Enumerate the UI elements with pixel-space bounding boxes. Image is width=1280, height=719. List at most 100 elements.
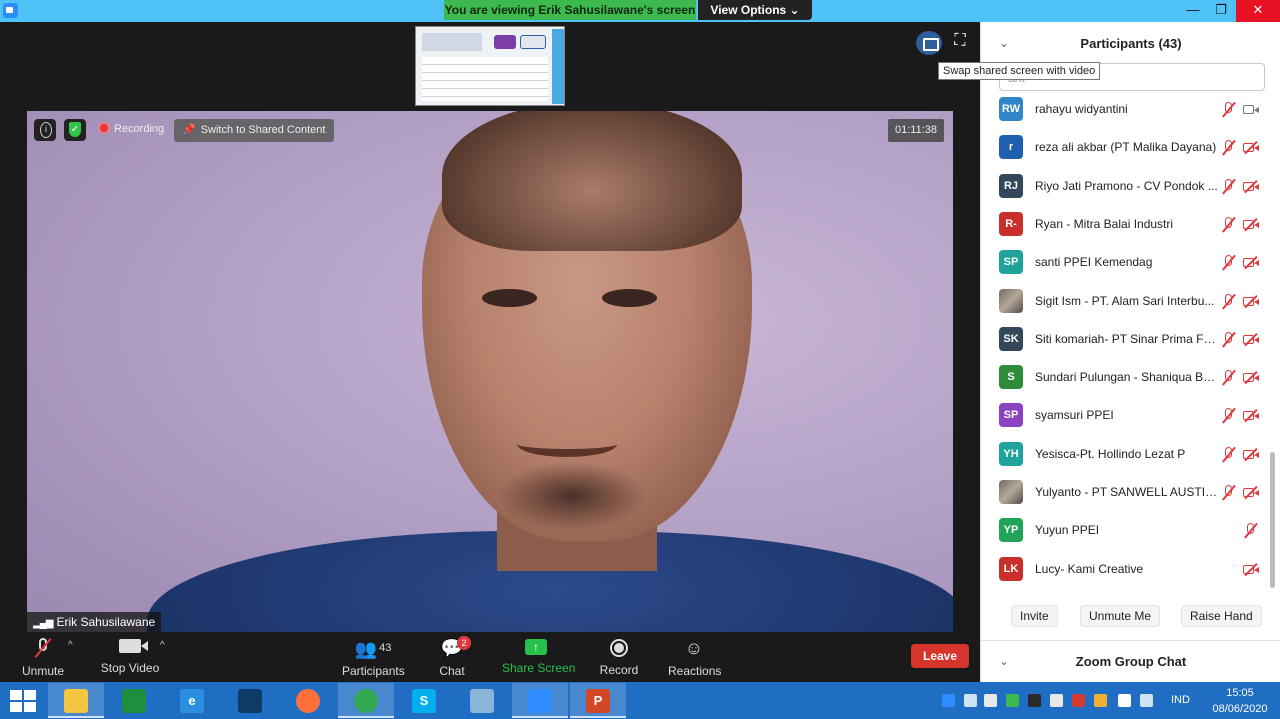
shared-screen-thumbnail[interactable]: [415, 26, 565, 106]
video-off-icon: [1243, 179, 1260, 193]
stop-video-button[interactable]: Stop Video: [100, 636, 160, 675]
video-options-caret-icon[interactable]: ^: [160, 640, 165, 651]
leave-button[interactable]: Leave: [911, 644, 969, 668]
participant-row[interactable]: SP syamsuri PPEI: [981, 397, 1266, 435]
signal-strength-icon: ▂▄▆: [33, 618, 53, 629]
close-button[interactable]: ✕: [1236, 0, 1280, 22]
participant-row[interactable]: SK Siti komariah- PT Sinar Prima Fo...: [981, 321, 1266, 359]
participant-row[interactable]: YP Yuyun PPEI: [981, 512, 1266, 550]
taskbar-zoom[interactable]: [512, 683, 568, 718]
zoom-logo-icon: [3, 3, 18, 18]
fullscreen-icon[interactable]: ⛶: [952, 33, 968, 49]
update-icon[interactable]: [1094, 694, 1107, 707]
share-screen-button[interactable]: ↑ Share Screen: [502, 636, 575, 675]
taskbar-store[interactable]: [106, 683, 162, 718]
participants-label: Participants: [342, 664, 405, 678]
file-explorer-icon: [64, 689, 88, 713]
speaker-beard: [497, 461, 647, 531]
participant-row[interactable]: LK Lucy- Kami Creative: [981, 551, 1266, 589]
network-icon[interactable]: [984, 694, 997, 707]
taskbar-internet-explorer[interactable]: e: [164, 683, 220, 718]
recording-label: Recording: [114, 123, 165, 135]
participant-row[interactable]: Yulyanto - PT SANWELL AUSTIN...: [981, 474, 1266, 512]
taskbar-skype[interactable]: S: [396, 683, 452, 718]
participant-list-scrollbar[interactable]: [1270, 452, 1275, 588]
windows-start-icon[interactable]: [10, 690, 36, 712]
switch-shared-content-button[interactable]: 📌 Switch to Shared Content: [174, 119, 335, 142]
volume-icon[interactable]: [964, 694, 977, 707]
clock-time[interactable]: 15:05: [1210, 687, 1270, 699]
mic-muted-icon: [1221, 101, 1237, 119]
reactions-button[interactable]: ☺ Reactions: [668, 636, 721, 678]
participants-count: 43: [379, 642, 392, 654]
participant-avatar: SK: [999, 326, 1023, 351]
minimize-button[interactable]: —: [1178, 0, 1208, 22]
participant-row[interactable]: S Sundari Pulungan - Shaniqua Ba...: [981, 359, 1266, 397]
video-off-icon: [1243, 141, 1260, 155]
raise-hand-button[interactable]: Raise Hand: [1181, 605, 1262, 627]
participant-name: Ryan - Mitra Balai Industri: [1035, 216, 1174, 231]
audio-options-caret-icon[interactable]: ^: [68, 640, 73, 651]
pin-icon: 📌: [182, 124, 196, 136]
unmute-button[interactable]: Unmute: [20, 636, 66, 678]
wifi-icon[interactable]: [1140, 694, 1153, 707]
encryption-shield-icon[interactable]: [64, 119, 86, 141]
taskbar-chrome[interactable]: [338, 683, 394, 718]
participant-row[interactable]: YH Yesisca-Pt. Hollindo Lezat P: [981, 436, 1266, 474]
display-icon[interactable]: [1050, 694, 1063, 707]
taskbar-file-explorer[interactable]: [48, 683, 104, 718]
participant-row[interactable]: R- Ryan - Mitra Balai Industri: [981, 206, 1266, 244]
mic-muted-icon: [1221, 216, 1237, 234]
security-tray-icon[interactable]: [1006, 694, 1019, 707]
group-chat-title[interactable]: Zoom Group Chat: [981, 654, 1280, 669]
speaker-eye-right: [602, 289, 657, 307]
view-options-button[interactable]: View Options ⌄: [698, 0, 812, 20]
participants-button[interactable]: 👥 43 Participants: [342, 636, 405, 678]
chat-button[interactable]: 💬 2 Chat: [432, 636, 472, 678]
meeting-area: ⛶ Swap shared screen with video Recordin…: [0, 22, 1101, 632]
notes-icon: [470, 689, 494, 713]
participant-row[interactable]: r reza ali akbar (PT Malika Dayana): [981, 129, 1266, 167]
powerpoint-icon: P: [586, 689, 610, 713]
participant-name: Yulyanto - PT SANWELL AUSTIN...: [1035, 485, 1219, 499]
participant-row[interactable]: Sigit Ism - PT. Alam Sari Interbu...: [981, 283, 1266, 321]
clock-date[interactable]: 08/06/2020: [1205, 703, 1275, 715]
taskbar-app-window[interactable]: [222, 683, 278, 718]
unmute-me-button[interactable]: Unmute Me: [1080, 605, 1161, 627]
battery-icon[interactable]: [1118, 694, 1131, 707]
record-button[interactable]: Record: [598, 636, 640, 677]
reactions-smiley-icon: ☺: [684, 638, 704, 658]
app-window-icon: [238, 689, 262, 713]
nvidia-icon[interactable]: [1028, 694, 1041, 707]
participant-avatar: YP: [999, 518, 1023, 543]
video-off-icon: [1243, 485, 1260, 500]
participant-name: rahayu widyantini: [1035, 102, 1128, 116]
zoom-icon: [528, 689, 552, 713]
swap-screen-icon[interactable]: [916, 31, 942, 55]
maximize-button[interactable]: ❐: [1206, 0, 1236, 22]
switch-shared-label: Switch to Shared Content: [200, 124, 326, 136]
speaker-video[interactable]: Recording 📌 Switch to Shared Content 01:1…: [27, 111, 953, 632]
zoom-tray-icon[interactable]: [942, 694, 955, 707]
taskbar-firefox[interactable]: [280, 683, 336, 718]
participants-title: Participants (43): [1080, 36, 1182, 51]
chat-label: Chat: [439, 664, 465, 678]
input-language[interactable]: IND: [1171, 694, 1190, 706]
mic-muted-icon: [1243, 522, 1259, 540]
participant-name: Lucy- Kami Creative: [1035, 561, 1144, 576]
taskbar-notes[interactable]: [454, 683, 510, 718]
participants-header: ⌄ Participants (43): [981, 22, 1280, 64]
window-controls: — ❐ ✕: [980, 0, 1280, 22]
taskbar-powerpoint[interactable]: P: [570, 683, 626, 718]
participants-icon-wrap: 👥 43: [342, 636, 404, 660]
participant-row[interactable]: RJ Riyo Jati Pramono - CV Pondok ...: [981, 168, 1266, 206]
antivirus-icon[interactable]: [1072, 694, 1085, 707]
mic-muted-icon: [1221, 254, 1237, 272]
meeting-info-icon[interactable]: [34, 119, 56, 141]
participant-row[interactable]: SP santi PPEI Kemendag: [981, 244, 1266, 282]
mic-muted-icon: [1221, 293, 1237, 311]
participant-avatar: SP: [999, 250, 1023, 275]
invite-button[interactable]: Invite: [1011, 605, 1058, 627]
participant-row[interactable]: RW rahayu widyantini: [981, 91, 1266, 129]
recording-indicator: Recording: [98, 122, 164, 135]
